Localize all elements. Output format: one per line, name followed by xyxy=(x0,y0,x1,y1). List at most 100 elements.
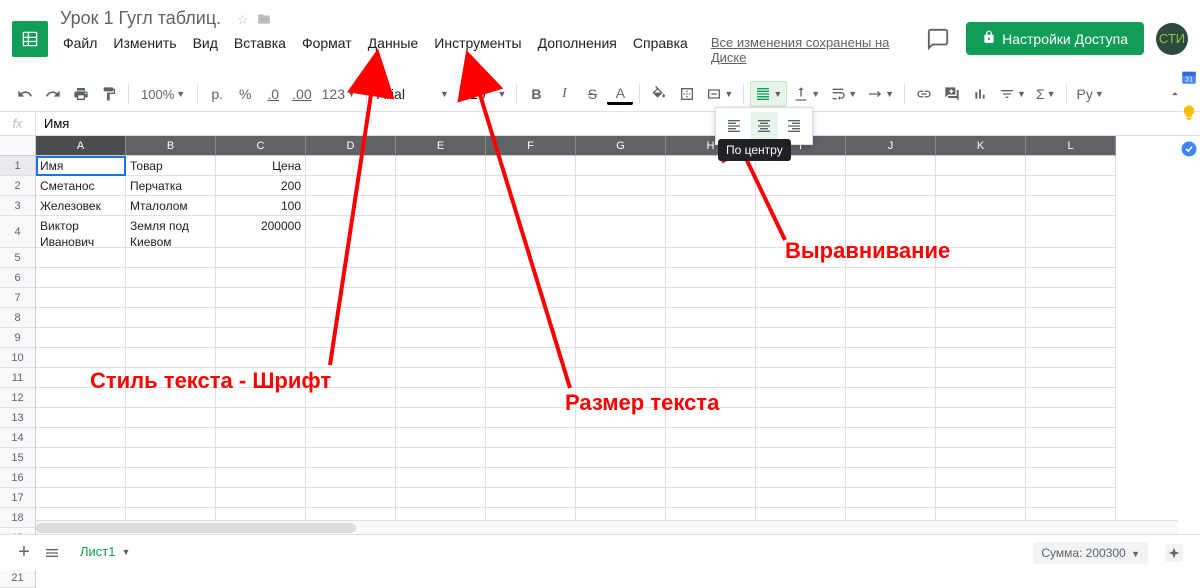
cell-F1[interactable] xyxy=(486,156,576,176)
cell-D15[interactable] xyxy=(306,448,396,468)
cell-D3[interactable] xyxy=(306,196,396,216)
column-header-F[interactable]: F xyxy=(486,136,576,156)
cell-I10[interactable] xyxy=(756,348,846,368)
cell-B4[interactable]: Земля под Киевом xyxy=(126,216,216,248)
cell-E13[interactable] xyxy=(396,408,486,428)
cell-L1[interactable] xyxy=(1026,156,1116,176)
cell-C7[interactable] xyxy=(216,288,306,308)
cell-C17[interactable] xyxy=(216,488,306,508)
cell-L8[interactable] xyxy=(1026,308,1116,328)
cell-L16[interactable] xyxy=(1026,468,1116,488)
menu-data[interactable]: Данные xyxy=(361,31,426,69)
horizontal-scrollbar[interactable] xyxy=(36,520,1178,534)
cell-G15[interactable] xyxy=(576,448,666,468)
cell-D10[interactable] xyxy=(306,348,396,368)
cell-J2[interactable] xyxy=(846,176,936,196)
keep-icon[interactable] xyxy=(1180,104,1198,122)
cell-C4[interactable]: 200000 xyxy=(216,216,306,248)
cell-E17[interactable] xyxy=(396,488,486,508)
cell-D5[interactable] xyxy=(306,248,396,268)
cell-E3[interactable] xyxy=(396,196,486,216)
cell-H2[interactable] xyxy=(666,176,756,196)
cell-H11[interactable] xyxy=(666,368,756,388)
cell-J1[interactable] xyxy=(846,156,936,176)
menu-view[interactable]: Вид xyxy=(186,31,225,69)
cell-C1[interactable]: Цена xyxy=(216,156,306,176)
cell-K2[interactable] xyxy=(936,176,1026,196)
cell-J9[interactable] xyxy=(846,328,936,348)
cell-G6[interactable] xyxy=(576,268,666,288)
cell-H8[interactable] xyxy=(666,308,756,328)
cell-I8[interactable] xyxy=(756,308,846,328)
cell-I16[interactable] xyxy=(756,468,846,488)
cell-A17[interactable] xyxy=(36,488,126,508)
cell-B9[interactable] xyxy=(126,328,216,348)
cell-K10[interactable] xyxy=(936,348,1026,368)
cell-B6[interactable] xyxy=(126,268,216,288)
cell-K15[interactable] xyxy=(936,448,1026,468)
cell-B10[interactable] xyxy=(126,348,216,368)
cell-D6[interactable] xyxy=(306,268,396,288)
cell-J13[interactable] xyxy=(846,408,936,428)
cell-K7[interactable] xyxy=(936,288,1026,308)
cell-K12[interactable] xyxy=(936,388,1026,408)
cell-C15[interactable] xyxy=(216,448,306,468)
sheets-logo[interactable] xyxy=(12,21,48,57)
cell-K9[interactable] xyxy=(936,328,1026,348)
cell-A10[interactable] xyxy=(36,348,126,368)
row-header-6[interactable]: 6 xyxy=(0,268,36,288)
cell-F16[interactable] xyxy=(486,468,576,488)
cell-J12[interactable] xyxy=(846,388,936,408)
document-title[interactable]: Урок 1 Гугл таблиц. xyxy=(56,6,225,30)
cell-J11[interactable] xyxy=(846,368,936,388)
cell-D8[interactable] xyxy=(306,308,396,328)
cell-C16[interactable] xyxy=(216,468,306,488)
menu-insert[interactable]: Вставка xyxy=(227,31,293,69)
strikethrough-button[interactable]: S xyxy=(579,81,605,107)
all-sheets-button[interactable] xyxy=(38,539,66,567)
cell-A8[interactable] xyxy=(36,308,126,328)
cell-A4[interactable]: Виктор Иванович xyxy=(36,216,126,248)
cell-C6[interactable] xyxy=(216,268,306,288)
cell-G8[interactable] xyxy=(576,308,666,328)
horizontal-align-button[interactable]: ▼ xyxy=(750,81,787,107)
cell-L5[interactable] xyxy=(1026,248,1116,268)
cell-H9[interactable] xyxy=(666,328,756,348)
cell-F9[interactable] xyxy=(486,328,576,348)
row-header-13[interactable]: 13 xyxy=(0,408,36,428)
cell-E16[interactable] xyxy=(396,468,486,488)
cell-A6[interactable] xyxy=(36,268,126,288)
cell-B13[interactable] xyxy=(126,408,216,428)
cell-G4[interactable] xyxy=(576,216,666,248)
cell-G5[interactable] xyxy=(576,248,666,268)
cell-J6[interactable] xyxy=(846,268,936,288)
cell-B15[interactable] xyxy=(126,448,216,468)
cell-K13[interactable] xyxy=(936,408,1026,428)
menu-file[interactable]: Файл xyxy=(56,31,104,69)
cell-L6[interactable] xyxy=(1026,268,1116,288)
cell-D4[interactable] xyxy=(306,216,396,248)
cell-F15[interactable] xyxy=(486,448,576,468)
cell-J17[interactable] xyxy=(846,488,936,508)
cell-G16[interactable] xyxy=(576,468,666,488)
cell-H3[interactable] xyxy=(666,196,756,216)
menu-edit[interactable]: Изменить xyxy=(106,31,183,69)
cell-B16[interactable] xyxy=(126,468,216,488)
cell-E1[interactable] xyxy=(396,156,486,176)
more-formats-button[interactable]: 123▼ xyxy=(318,81,360,107)
cell-H17[interactable] xyxy=(666,488,756,508)
cell-A2[interactable]: Сметанос xyxy=(36,176,126,196)
cell-E12[interactable] xyxy=(396,388,486,408)
cell-D7[interactable] xyxy=(306,288,396,308)
cell-D1[interactable] xyxy=(306,156,396,176)
cell-D14[interactable] xyxy=(306,428,396,448)
cell-B8[interactable] xyxy=(126,308,216,328)
cell-A5[interactable] xyxy=(36,248,126,268)
cell-B17[interactable] xyxy=(126,488,216,508)
cell-F14[interactable] xyxy=(486,428,576,448)
row-header-17[interactable]: 17 xyxy=(0,488,36,508)
cell-F6[interactable] xyxy=(486,268,576,288)
cell-H14[interactable] xyxy=(666,428,756,448)
cell-I6[interactable] xyxy=(756,268,846,288)
cell-B3[interactable]: Мталолом xyxy=(126,196,216,216)
